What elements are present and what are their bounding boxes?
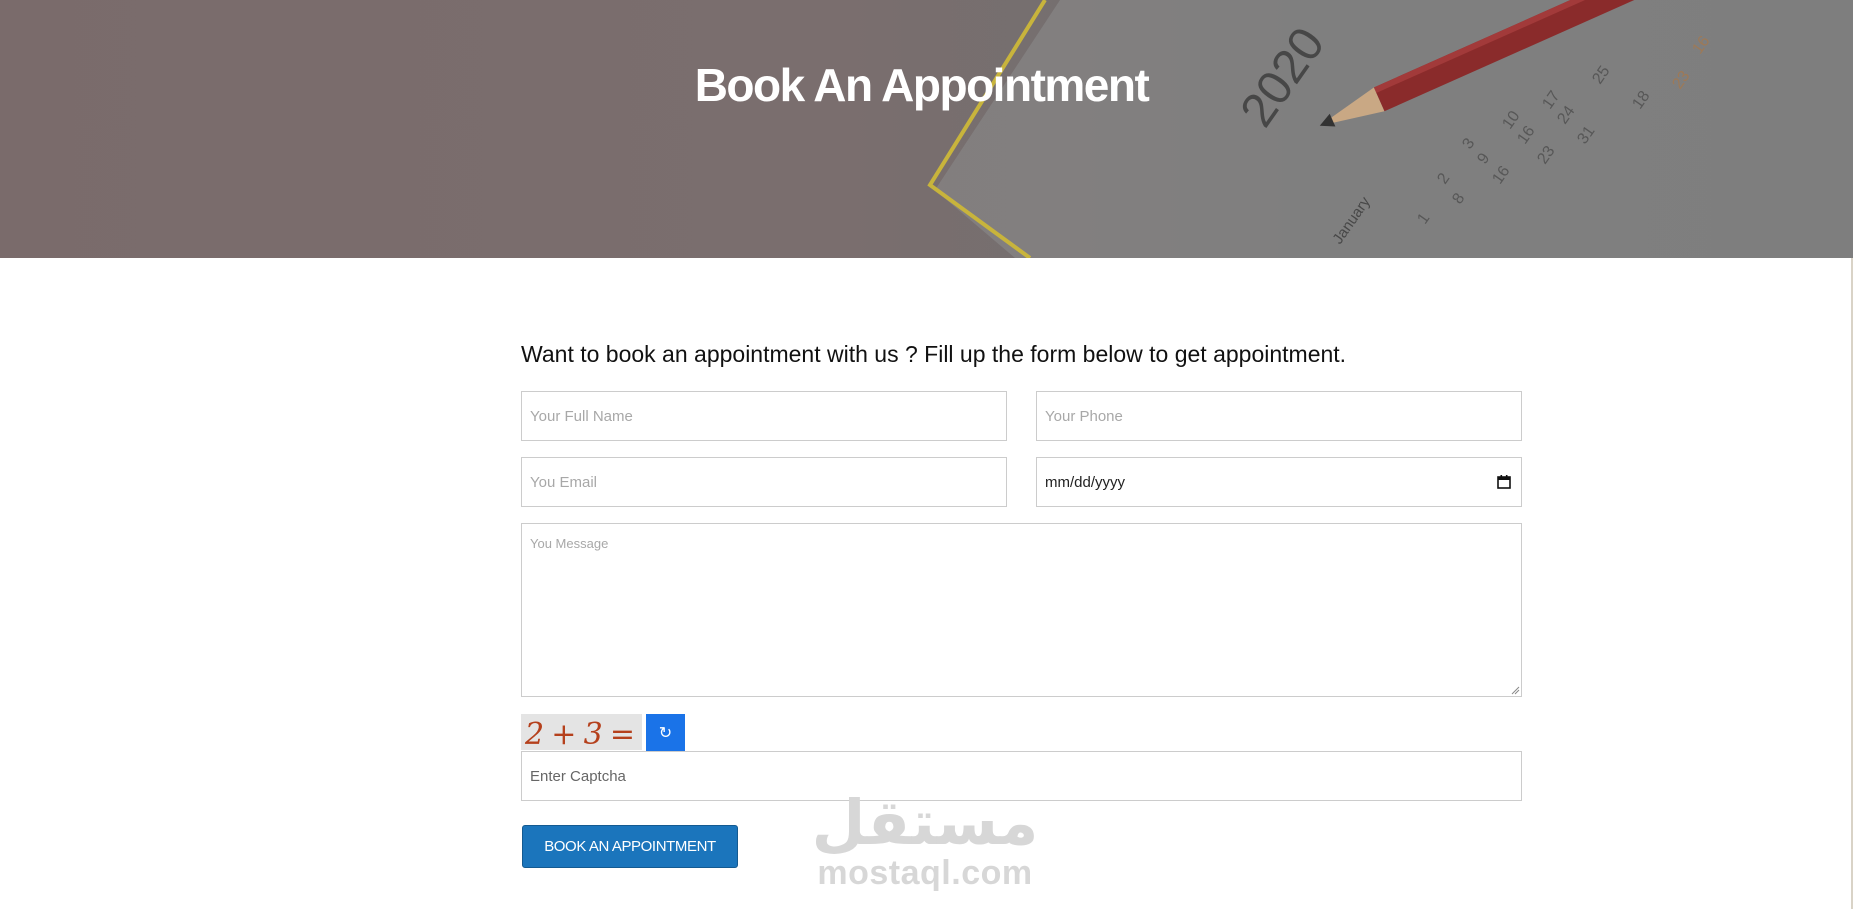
captcha-refresh-button[interactable]: ↻ bbox=[646, 714, 685, 751]
book-appointment-button[interactable]: BOOK AN APPOINTMENT bbox=[522, 825, 738, 868]
page-title: Book An Appointment bbox=[694, 59, 1150, 111]
refresh-icon: ↻ bbox=[658, 724, 673, 742]
calendar-icon[interactable] bbox=[1495, 473, 1513, 491]
calendar-background-image: 3 10 17 2 9 16 24 1 8 16 23 31 25 18 23 … bbox=[927, 0, 1853, 258]
captcha-image: 2+3= bbox=[521, 714, 642, 750]
appointment-date-input[interactable]: mm/dd/yyyy bbox=[1036, 457, 1522, 507]
form-intro-text: Want to book an appointment with us ? Fi… bbox=[521, 341, 1347, 367]
message-textarea[interactable] bbox=[521, 523, 1522, 697]
date-value-text: mm/dd/yyyy bbox=[1045, 473, 1126, 491]
watermark-latin-text: mostaql.com bbox=[817, 854, 1033, 892]
captcha-input[interactable] bbox=[521, 751, 1522, 801]
resize-handle-icon[interactable] bbox=[1510, 685, 1520, 695]
captcha-text: 2+3= bbox=[524, 717, 635, 750]
email-input[interactable] bbox=[521, 457, 1007, 507]
full-name-input[interactable] bbox=[521, 391, 1007, 441]
hero-banner: 3 10 17 2 9 16 24 1 8 16 23 31 25 18 23 … bbox=[0, 0, 1853, 258]
phone-input[interactable] bbox=[1036, 391, 1522, 441]
